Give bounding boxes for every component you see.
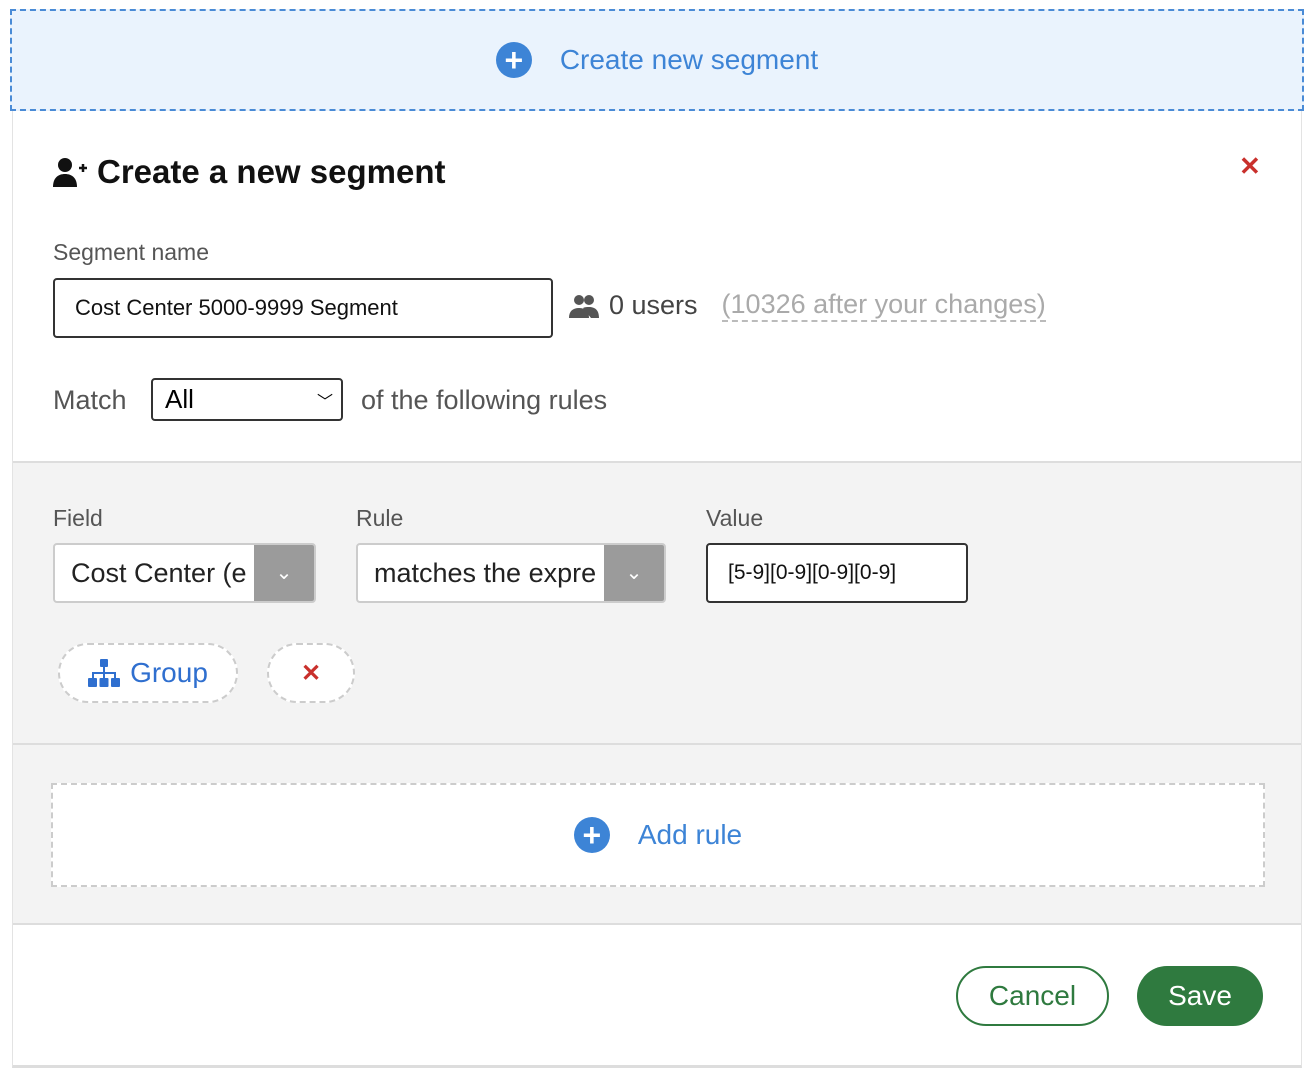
match-value: All: [165, 384, 194, 414]
sitemap-icon: [88, 659, 121, 687]
chevron-down-icon: ⌄: [604, 545, 664, 601]
field-label: Field: [53, 505, 103, 531]
dialog-title-text: Create a new segment: [97, 153, 446, 190]
dialog-title: Create a new segment: [53, 153, 445, 191]
rule-select[interactable]: matches the expre ⌄: [356, 543, 666, 603]
match-label: Match: [53, 385, 127, 415]
create-new-segment-button[interactable]: + Create new segment: [10, 9, 1304, 111]
cancel-button[interactable]: Cancel: [956, 966, 1109, 1026]
user-count: 0 users (10326 after your changes): [569, 289, 1046, 322]
remove-rule-button[interactable]: ✕: [267, 643, 355, 703]
segment-name-label: Segment name: [53, 239, 209, 265]
save-button[interactable]: Save: [1137, 966, 1263, 1026]
rule-value: matches the expre: [374, 557, 597, 588]
group-label: Group: [130, 657, 208, 688]
plus-circle-icon: +: [573, 817, 610, 853]
add-rule-button[interactable]: + Add rule: [51, 783, 1265, 887]
users-after-changes[interactable]: (10326 after your changes): [721, 289, 1046, 322]
rule-label: Rule: [356, 505, 404, 531]
plus-circle-icon: +: [495, 42, 532, 78]
value-input[interactable]: [5-9][0-9][0-9][0-9]: [706, 543, 968, 603]
create-new-segment-label: Create new segment: [559, 44, 819, 75]
add-rule-label: Add rule: [637, 819, 743, 850]
divider: [13, 743, 1301, 745]
segment-name-input[interactable]: Cost Center 5000-9999 Segment: [53, 278, 553, 338]
match-select[interactable]: All ﹀: [151, 378, 343, 421]
field-value: Cost Center (e: [71, 557, 247, 588]
users-count-text: 0 users: [609, 290, 698, 320]
create-segment-dialog: Create a new segment ✕ Segment name Cost…: [12, 111, 1302, 1068]
chevron-down-icon: ⌄: [254, 545, 314, 601]
user-plus-icon: [53, 158, 87, 187]
value-label: Value: [706, 505, 764, 531]
chevron-down-icon: ﹀: [316, 393, 333, 411]
field-select[interactable]: Cost Center (e ⌄: [53, 543, 316, 603]
group-button[interactable]: Group: [58, 643, 238, 703]
rules-section: Field Rule Value Cost Center (e ⌄ matches…: [13, 461, 1301, 925]
match-suffix: of the following rules: [361, 385, 608, 415]
users-icon: [569, 294, 599, 318]
close-dialog-icon[interactable]: ✕: [1239, 151, 1261, 182]
close-icon: ✕: [300, 659, 322, 687]
